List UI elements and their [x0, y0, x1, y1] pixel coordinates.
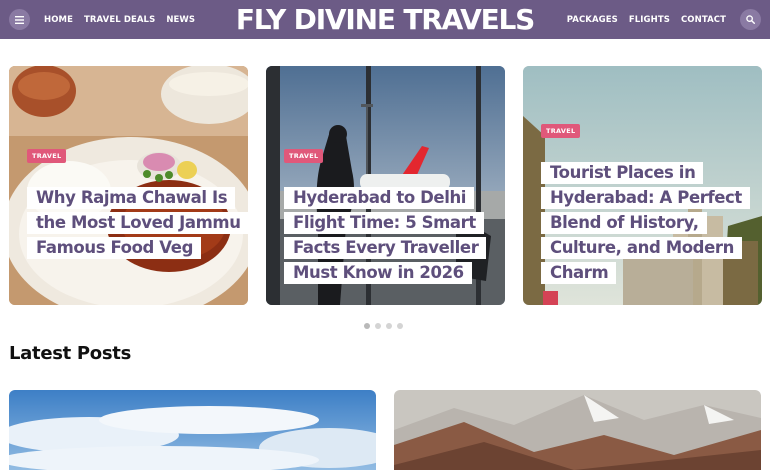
slider-pagination [364, 323, 403, 329]
post-title-text[interactable]: Tourist Places in Hyderabad: A Perfect B… [541, 162, 750, 284]
latest-post-image-2 [394, 390, 761, 470]
site-logo[interactable]: FLY DIVINE TRAVELS [236, 3, 536, 36]
latest-post-card-2[interactable] [394, 390, 761, 470]
nav-travel-deals-link[interactable]: TRAVEL DEALS [84, 15, 155, 25]
featured-post-card-1[interactable]: TRAVEL Why Rajma Chawal Is the Most Love… [9, 66, 248, 305]
post-title[interactable]: Tourist Places in Hyderabad: A Perfect B… [541, 160, 756, 285]
featured-post-card-2[interactable]: TRAVEL Hyderabad to Delhi Flight Time: 5… [266, 66, 505, 305]
search-icon [746, 15, 755, 24]
nav-news-link[interactable]: NEWS [166, 15, 195, 25]
featured-post-card-3[interactable]: TRAVEL Tourist Places in Hyderabad: A Pe… [523, 66, 762, 305]
site-header: HOME TRAVEL DEALS NEWS FLY DIVINE TRAVEL… [0, 0, 770, 39]
hamburger-menu-icon [15, 15, 24, 24]
slider-dot-2[interactable] [375, 323, 381, 329]
nav-packages-link[interactable]: PACKAGES [567, 15, 618, 25]
nav-flights-link[interactable]: FLIGHTS [629, 15, 670, 25]
menu-button[interactable] [9, 9, 30, 30]
post-title[interactable]: Why Rajma Chawal Is the Most Loved Jammu… [27, 185, 248, 260]
latest-posts-heading: Latest Posts [9, 343, 132, 364]
post-title-text[interactable]: Hyderabad to Delhi Flight Time: 5 Smart … [284, 187, 487, 284]
slider-dot-4[interactable] [397, 323, 403, 329]
primary-nav-right: PACKAGES FLIGHTS CONTACT [567, 0, 726, 39]
nav-home-link[interactable]: HOME [44, 15, 73, 25]
latest-post-image-1 [9, 390, 376, 470]
post-title-text[interactable]: Why Rajma Chawal Is the Most Loved Jammu… [27, 187, 248, 259]
primary-nav-left: HOME TRAVEL DEALS NEWS [44, 0, 195, 39]
category-badge[interactable]: TRAVEL [284, 149, 324, 163]
post-title[interactable]: Hyderabad to Delhi Flight Time: 5 Smart … [284, 185, 499, 285]
category-badge[interactable]: TRAVEL [27, 149, 67, 163]
latest-post-card-1[interactable] [9, 390, 376, 470]
slider-dot-1[interactable] [364, 323, 370, 329]
slider-dot-3[interactable] [386, 323, 392, 329]
category-badge[interactable]: TRAVEL [541, 124, 581, 138]
nav-contact-link[interactable]: CONTACT [681, 15, 726, 25]
search-button[interactable] [740, 9, 761, 30]
